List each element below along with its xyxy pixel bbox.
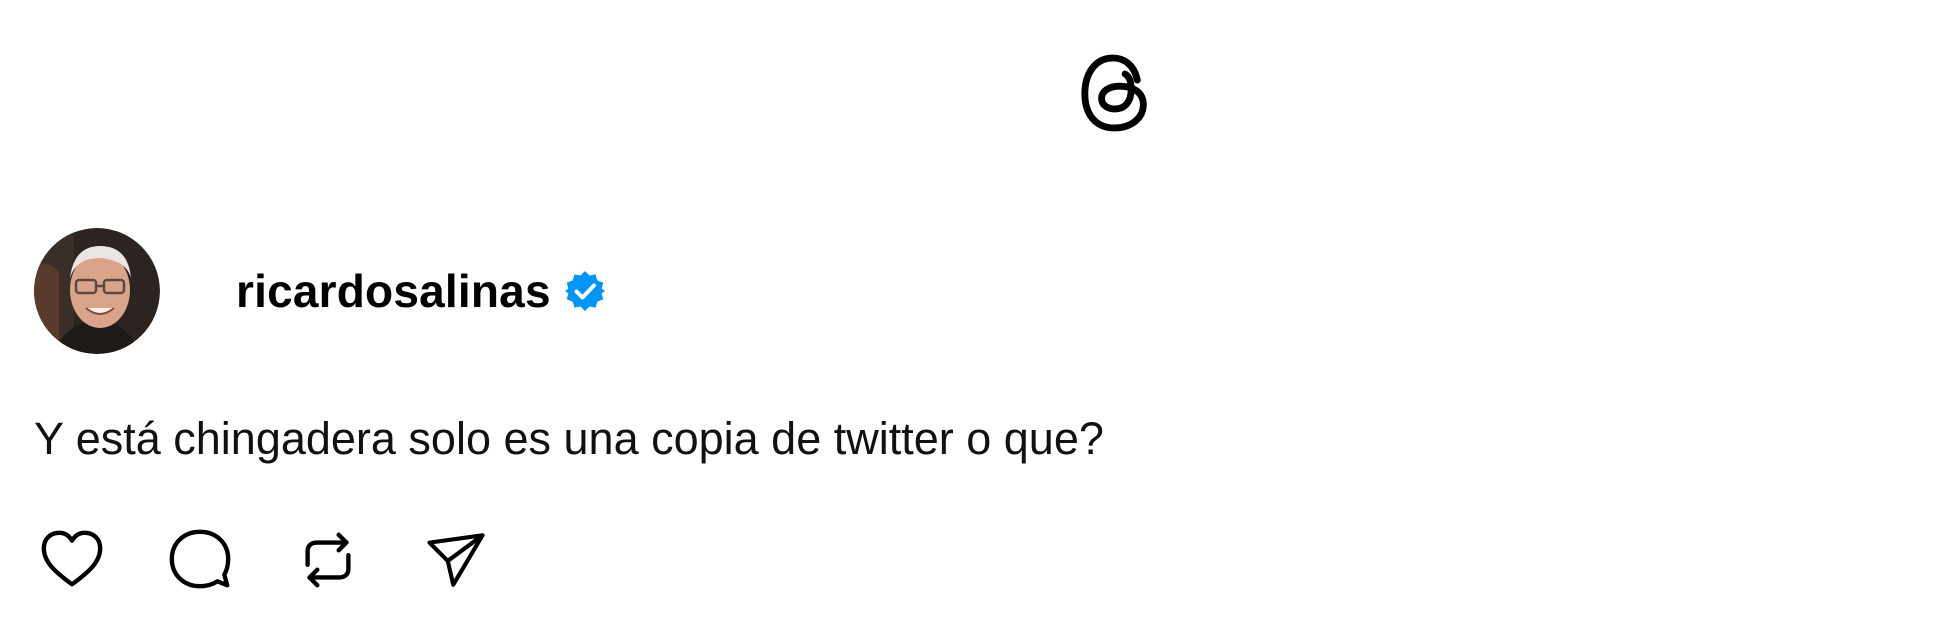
repost-button[interactable] [292, 524, 364, 596]
reply-button[interactable] [164, 524, 236, 596]
send-icon [427, 533, 485, 587]
post-header: ricardosalinas [34, 227, 1534, 355]
comment-icon [169, 529, 231, 589]
threads-logo-icon[interactable] [1078, 50, 1154, 136]
avatar[interactable] [34, 228, 160, 354]
post-actions [36, 524, 548, 596]
post: ricardosalinas Y está chingadera solo es… [34, 227, 1534, 589]
post-text: Y está chingadera solo es una copia de t… [34, 413, 1104, 464]
repost-icon [305, 532, 351, 588]
like-button[interactable] [36, 524, 108, 596]
verified-badge-icon [563, 269, 607, 313]
share-button[interactable] [420, 524, 492, 596]
heart-icon [41, 530, 103, 587]
username[interactable]: ricardosalinas [236, 264, 551, 318]
